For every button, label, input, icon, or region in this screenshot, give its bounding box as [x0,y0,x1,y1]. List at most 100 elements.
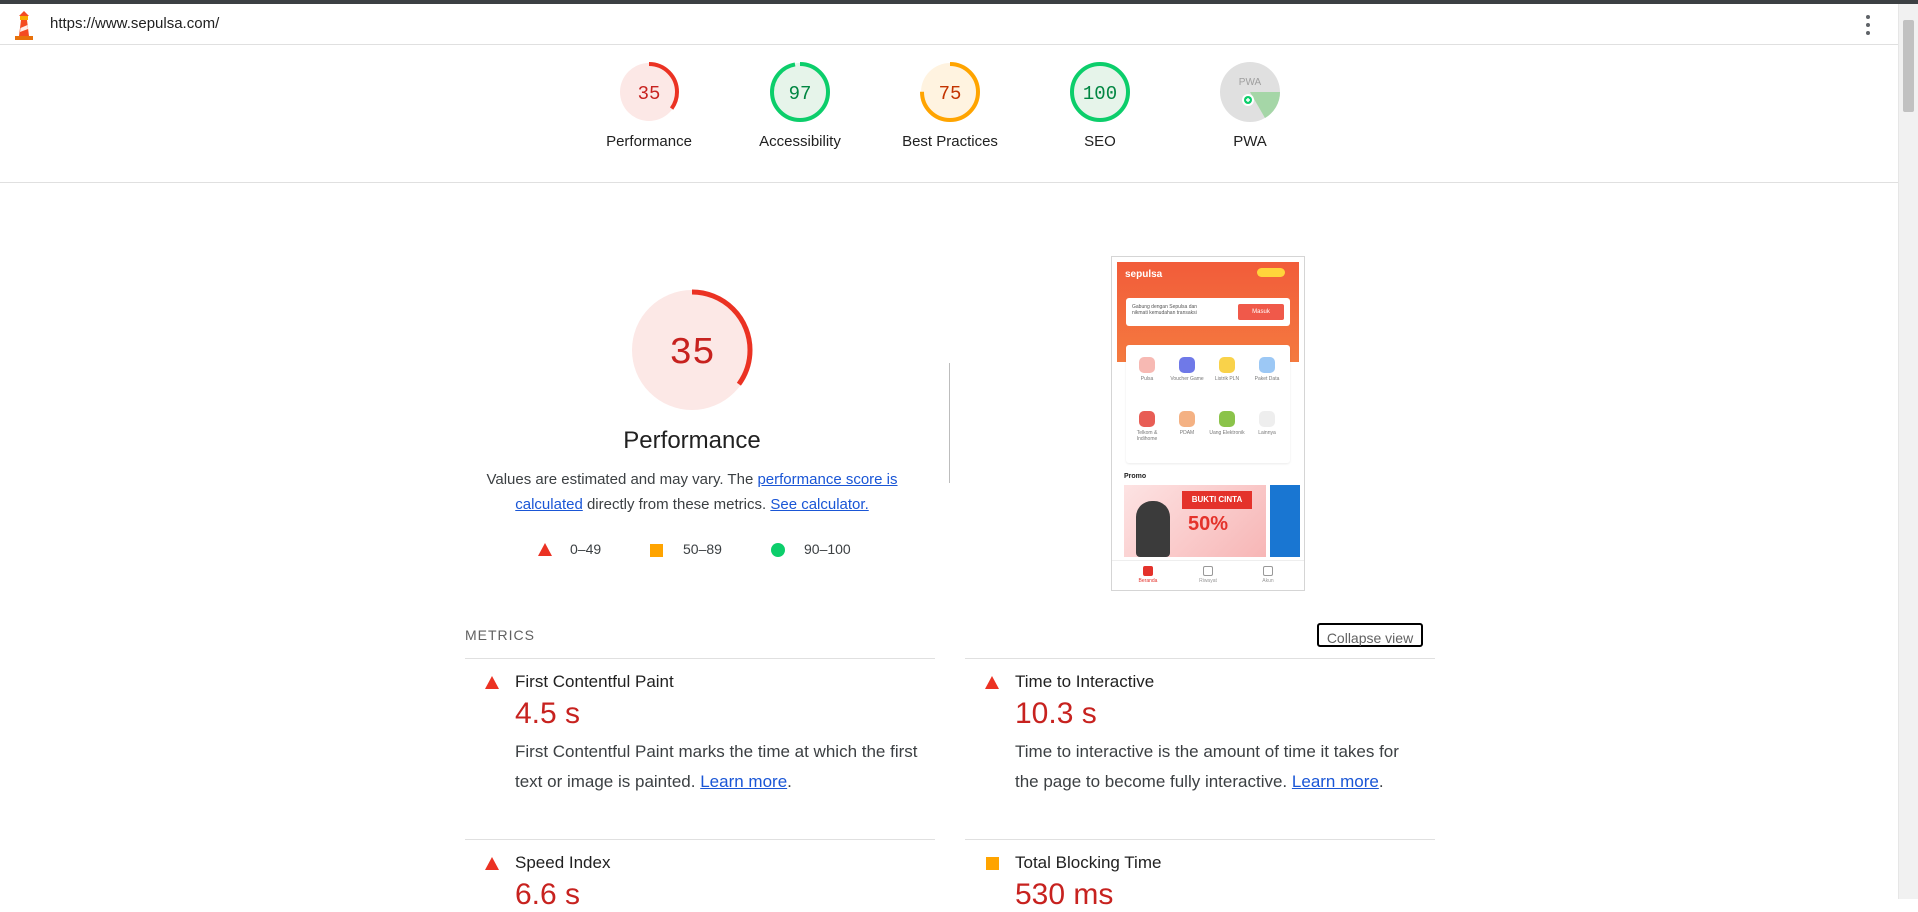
screenshot-promo-banner-2 [1270,485,1300,557]
service-lainnya: Lainnya [1247,411,1287,436]
gauge-pwa[interactable]: PWA PWA [1195,61,1305,150]
banner-caption: BUKTI CINTA [1182,491,1252,509]
scores-summary: 35 Performance 97 Accessibility 75 Best … [0,45,1898,183]
metric-value: 10.3 s [1015,697,1097,730]
metrics-divider [965,658,1435,659]
screenshot-card-button: Masuk [1238,304,1284,320]
gauge-seo[interactable]: 100 SEO [1045,61,1155,150]
user-icon [1263,566,1273,576]
more-options-icon[interactable] [1860,13,1876,37]
vertical-divider [949,363,950,483]
gauge-seo-ring: 100 [1070,62,1130,122]
metric-value: 530 ms [1015,878,1114,911]
screenshot-promo-banner: BUKTI CINTA 50% [1124,485,1266,557]
page-url-link[interactable]: https://www.sepulsa.com/ [50,15,219,32]
performance-title: Performance [623,427,761,454]
gauge-best-practices-label: Best Practices [902,133,998,150]
perf-desc-text-1: Values are estimated and may vary. The [486,471,758,488]
gauge-pwa-label: PWA [1233,133,1267,150]
service-label: Uang Elektronik [1209,430,1245,436]
learn-more-link[interactable]: Learn more [700,772,787,791]
fail-triangle-icon [485,676,499,689]
service-label: Listrik PLN [1214,376,1240,382]
screenshot-brand: sepulsa [1125,269,1163,280]
gauge-accessibility[interactable]: 97 Accessibility [745,61,855,150]
perf-desc-text-2: directly from these metrics. [582,496,771,513]
service-voucher-game: Voucher Game [1167,357,1207,382]
fail-triangle-icon [985,676,999,689]
performance-score-large: 35 [669,332,715,375]
fail-triangle-icon [538,543,552,556]
average-square-icon [650,544,663,557]
service-pulsa: Pulsa [1127,357,1167,382]
screenshot-promo-title: Promo [1124,473,1147,480]
see-calculator-link[interactable]: See calculator. [770,496,868,513]
gauge-performance-ring: 35 [619,62,679,122]
report-topbar: https://www.sepulsa.com/ [0,4,1898,45]
scrollbar-track[interactable] [1898,4,1918,899]
metrics-divider [965,839,1435,840]
scrollbar-thumb[interactable] [1903,20,1914,112]
metrics-title: METRICS [465,627,535,643]
screenshot-tab-history: Riwayat [1188,566,1228,584]
screenshot-card-text: Gabung dengan Sepulsa dan nikmati kemuda… [1132,304,1198,316]
tab-label: Riwayat [1199,578,1217,584]
clock-icon [1203,566,1213,576]
metric-name: Total Blocking Time [1015,853,1162,872]
gauge-accessibility-score: 97 [789,83,812,105]
pwa-badge-text: PWA [1239,77,1262,88]
service-listrik: Listrik PLN [1207,357,1247,382]
service-label: Paket Data [1254,376,1280,382]
service-paket-data: Paket Data [1247,357,1287,382]
service-label: Telkom & Indihome [1136,430,1158,442]
screenshot-badge [1257,268,1285,277]
service-label: PDAM [1179,430,1195,436]
gauge-best-practices-score: 75 [939,83,962,105]
collapse-view-button[interactable]: Collapse view [1317,623,1423,647]
service-label: Voucher Game [1170,376,1204,382]
screenshot-login-card: Gabung dengan Sepulsa dan nikmati kemuda… [1126,298,1290,326]
legend-average-range: 50–89 [683,541,722,557]
gauge-accessibility-label: Accessibility [759,133,841,150]
tab-label: Akun [1262,578,1274,584]
legend-pass-range: 90–100 [804,541,851,557]
metric-name: Speed Index [515,853,611,872]
metric-value: 6.6 s [515,878,581,911]
gauge-performance-score: 35 [638,83,661,105]
banner-percent: 50% [1188,513,1229,535]
tab-label: Beranda [1138,578,1158,584]
screenshot-services-grid: Pulsa Voucher Game Listrik PLN Paket Dat… [1126,345,1290,463]
gauge-seo-label: SEO [1084,133,1116,150]
service-label: Lainnya [1258,430,1276,436]
final-screenshot[interactable]: sepulsa Gabung dengan Sepulsa dan nikmat… [1111,256,1305,591]
gauge-best-practices[interactable]: 75 Best Practices [895,61,1005,150]
average-square-icon [986,857,999,870]
gauge-performance[interactable]: 35 Performance [594,61,704,150]
gauge-seo-score: 100 [1083,83,1117,105]
metrics-divider [465,839,935,840]
fail-triangle-icon [485,857,499,870]
home-icon [1143,566,1153,576]
metric-name: First Contentful Paint [515,672,674,691]
metrics-divider [465,658,935,659]
screenshot-tab-account: Akun [1248,566,1288,584]
performance-description: Values are estimated and may vary. The p… [477,467,907,517]
metric-value: 4.5 s [515,697,581,730]
metric-name: Time to Interactive [1015,672,1155,691]
screenshot-tab-home: Beranda [1128,566,1168,584]
learn-more-link[interactable]: Learn more [1292,772,1379,791]
gauge-best-practices-ring: 75 [920,62,980,122]
screenshot-tabbar: Beranda Riwayat Akun [1112,560,1304,590]
service-uang-elektronik: Uang Elektronik [1207,411,1247,436]
metric-description: First Contentful Paint marks the time at… [515,742,918,791]
performance-gauge-large: 35 [631,289,753,411]
service-label: Pulsa [1140,376,1154,382]
legend-fail-range: 0–49 [570,541,602,557]
gauge-accessibility-ring: 97 [770,62,830,122]
lighthouse-logo-icon [15,11,33,40]
pwa-badge-icon: PWA [1220,62,1280,122]
banner-person-image [1136,501,1170,557]
service-telkom: Telkom & Indihome [1127,411,1167,442]
metric-description: Time to interactive is the amount of tim… [1015,742,1399,791]
service-pdam: PDAM [1167,411,1207,436]
